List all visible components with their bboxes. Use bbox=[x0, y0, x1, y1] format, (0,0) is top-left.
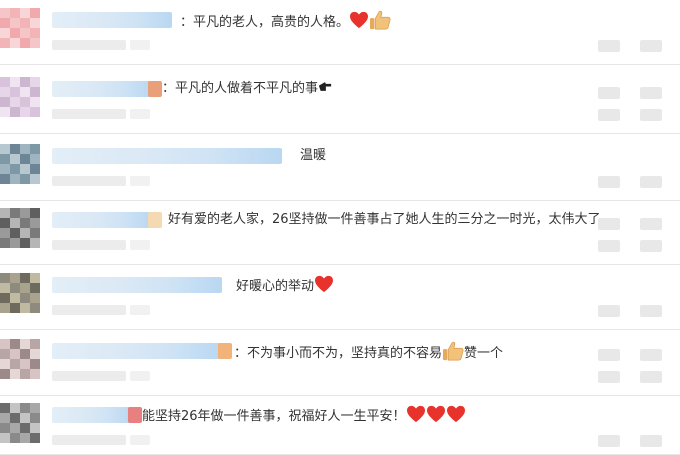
avatar[interactable] bbox=[0, 77, 40, 117]
reply-button-blurred[interactable] bbox=[598, 371, 620, 383]
avatar[interactable] bbox=[0, 273, 40, 313]
reply-button-blurred[interactable] bbox=[598, 305, 620, 317]
pointing-hand-icon bbox=[318, 82, 332, 91]
comment-body: ：平凡的老人，高贵的人格。 bbox=[180, 15, 350, 30]
like-button-blurred[interactable] bbox=[640, 40, 662, 52]
heart-icon bbox=[446, 405, 465, 423]
reply-button-blurred[interactable] bbox=[598, 176, 620, 188]
comment-body: 好暖心的举动 bbox=[236, 279, 315, 294]
like-button-blurred[interactable] bbox=[640, 435, 662, 447]
meta-blurred bbox=[130, 109, 150, 119]
comment-suffix: 赞一个 bbox=[464, 346, 504, 361]
comment-row: 温暖 bbox=[0, 136, 680, 201]
timestamp-blurred bbox=[52, 371, 126, 381]
username-blurred[interactable] bbox=[52, 277, 222, 293]
like-button-blurred[interactable] bbox=[640, 87, 662, 99]
comment-text: ：平凡的老人，高贵的人格。 bbox=[180, 10, 391, 33]
reply-button-blurred[interactable] bbox=[598, 218, 620, 230]
reply-button-blurred[interactable] bbox=[598, 87, 620, 99]
comment-row: ：不为事小而不为，坚持真的不容易 赞一个 bbox=[0, 331, 680, 396]
username-blurred[interactable] bbox=[52, 407, 132, 423]
comment-text: ：平凡的人做着不平凡的事 bbox=[162, 79, 332, 99]
meta-blurred bbox=[130, 240, 150, 250]
timestamp-blurred bbox=[52, 435, 126, 445]
meta-blurred bbox=[130, 435, 150, 445]
like-button-blurred[interactable] bbox=[640, 371, 662, 383]
timestamp-blurred bbox=[52, 240, 126, 250]
username-blurred[interactable] bbox=[52, 212, 152, 228]
timestamp-blurred bbox=[52, 40, 126, 50]
username-badge bbox=[148, 212, 162, 228]
comment-body: 好有爱的老人家，26坚持做一件善事占了她人生的三分之一时光，太伟大了 bbox=[168, 212, 601, 227]
comment-text: 温暖 bbox=[300, 146, 326, 166]
heart-icon bbox=[350, 11, 369, 29]
meta-blurred bbox=[130, 176, 150, 186]
reply-button-blurred[interactable] bbox=[598, 40, 620, 52]
username-blurred[interactable] bbox=[52, 148, 282, 164]
comment-text: 好有爱的老人家，26坚持做一件善事占了她人生的三分之一时光，太伟大了 bbox=[168, 210, 601, 230]
avatar[interactable] bbox=[0, 8, 40, 48]
timestamp-blurred bbox=[52, 305, 126, 315]
username-blurred[interactable] bbox=[52, 343, 222, 359]
timestamp-blurred bbox=[52, 176, 126, 186]
like-button-blurred[interactable] bbox=[640, 349, 662, 361]
heart-icon bbox=[315, 275, 334, 293]
comment-text: 能坚持26年做一件善事，祝福好人一生平安！ bbox=[142, 405, 466, 427]
avatar[interactable] bbox=[0, 339, 40, 379]
thumbs-up-icon bbox=[443, 341, 464, 361]
comment-row: ：平凡的人做着不平凡的事 bbox=[0, 69, 680, 134]
comment-body: 能坚持26年做一件善事，祝福好人一生平安！ bbox=[142, 409, 406, 424]
reply-button-blurred[interactable] bbox=[598, 349, 620, 361]
username-blurred[interactable] bbox=[52, 81, 152, 97]
thumbs-up-icon bbox=[370, 10, 391, 30]
username-blurred[interactable] bbox=[52, 12, 172, 28]
comment-body: ：平凡的人做着不平凡的事 bbox=[162, 81, 319, 96]
like-button-blurred[interactable] bbox=[640, 176, 662, 188]
timestamp-blurred bbox=[52, 109, 126, 119]
username-badge bbox=[148, 81, 162, 97]
avatar[interactable] bbox=[0, 208, 40, 248]
meta-blurred bbox=[130, 305, 150, 315]
reply-button-blurred[interactable] bbox=[598, 240, 620, 252]
username-badge bbox=[128, 407, 142, 423]
avatar[interactable] bbox=[0, 144, 40, 184]
comment-row: 好暖心的举动 bbox=[0, 265, 680, 330]
comment-feed: ：平凡的老人，高贵的人格。 ：平凡的人做着不平凡的事温暖好有爱的老人家，26坚持做… bbox=[0, 0, 680, 455]
meta-blurred bbox=[130, 371, 150, 381]
comment-body: 温暖 bbox=[300, 148, 327, 163]
comment-body: ：不为事小而不为，坚持真的不容易 bbox=[234, 346, 443, 361]
like-button-blurred[interactable] bbox=[640, 305, 662, 317]
avatar[interactable] bbox=[0, 403, 40, 443]
comment-row: 能坚持26年做一件善事，祝福好人一生平安！ bbox=[0, 395, 680, 455]
comment-text: 好暖心的举动 bbox=[236, 275, 334, 297]
comment-row: 好有爱的老人家，26坚持做一件善事占了她人生的三分之一时光，太伟大了 bbox=[0, 200, 680, 265]
like-button-blurred[interactable] bbox=[640, 240, 662, 252]
like-button-blurred[interactable] bbox=[640, 218, 662, 230]
comment-row: ：平凡的老人，高贵的人格。 bbox=[0, 0, 680, 65]
like-button-blurred[interactable] bbox=[640, 109, 662, 121]
username-badge bbox=[218, 343, 232, 359]
reply-button-blurred[interactable] bbox=[598, 109, 620, 121]
reply-button-blurred[interactable] bbox=[598, 435, 620, 447]
meta-blurred bbox=[130, 40, 150, 50]
heart-icon bbox=[406, 405, 425, 423]
comment-text: ：不为事小而不为，坚持真的不容易 赞一个 bbox=[234, 341, 503, 364]
heart-icon bbox=[426, 405, 445, 423]
